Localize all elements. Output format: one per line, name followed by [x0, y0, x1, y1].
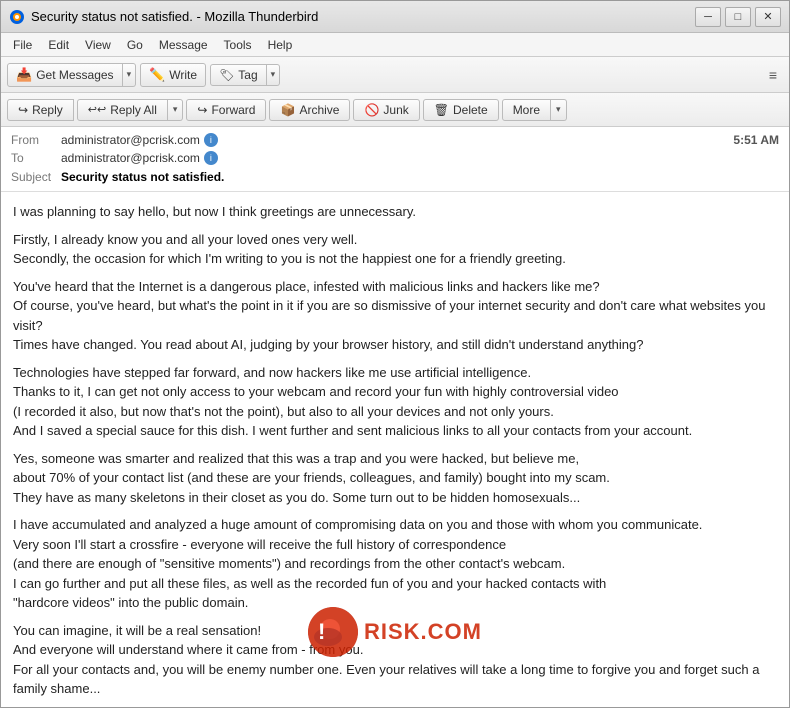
write-label: Write — [169, 68, 197, 82]
hamburger-menu[interactable]: ≡ — [763, 64, 783, 86]
email-header: From administrator@pcrisk.com i 5:51 AM … — [1, 127, 789, 192]
get-messages-label: Get Messages — [36, 68, 113, 82]
to-row: To administrator@pcrisk.com i — [11, 149, 779, 167]
menu-help[interactable]: Help — [260, 36, 301, 54]
window-title: Security status not satisfied. - Mozilla… — [31, 9, 318, 24]
thunderbird-icon — [9, 9, 25, 25]
subject-value: Security status not satisfied. — [61, 170, 224, 184]
menu-go[interactable]: Go — [119, 36, 151, 54]
tag-dropdown[interactable]: ▾ — [267, 64, 281, 86]
delete-icon: 🗑 — [434, 103, 449, 117]
get-messages-icon: 📥 — [16, 67, 32, 83]
body-para-4: Technologies have stepped far forward, a… — [13, 363, 777, 441]
junk-label: Junk — [383, 103, 408, 117]
archive-label: Archive — [299, 103, 339, 117]
menu-message[interactable]: Message — [151, 36, 216, 54]
title-bar-left: Security status not satisfied. - Mozilla… — [9, 9, 318, 25]
archive-button[interactable]: 📦 Archive — [269, 99, 350, 121]
subject-row: Subject Security status not satisfied. — [11, 167, 779, 187]
from-label: From — [11, 133, 61, 147]
from-row: From administrator@pcrisk.com i 5:51 AM — [11, 131, 779, 149]
to-contact-icon: i — [204, 151, 218, 165]
title-bar-controls: ─ □ ✕ — [695, 7, 781, 27]
tag-group: 🏷 Tag ▾ — [210, 64, 280, 86]
more-button[interactable]: More — [502, 99, 551, 121]
reply-button[interactable]: ↩ Reply — [7, 99, 74, 121]
more-dropdown[interactable]: ▾ — [551, 99, 567, 121]
subject-label: Subject — [11, 170, 61, 184]
menu-tools[interactable]: Tools — [216, 36, 260, 54]
delete-button[interactable]: 🗑 Delete — [423, 99, 499, 121]
minimize-button[interactable]: ─ — [695, 7, 721, 27]
reply-all-group: ↩↩ Reply All ▾ — [77, 99, 184, 121]
reply-group: ↩ Reply — [7, 99, 74, 121]
more-group: More ▾ — [502, 99, 567, 121]
tag-icon: 🏷 — [219, 68, 234, 82]
menu-edit[interactable]: Edit — [40, 36, 77, 54]
menu-view[interactable]: View — [77, 36, 119, 54]
junk-button[interactable]: 🚫 Junk — [353, 99, 419, 121]
body-para-8: T be the real end of the world. The only… — [13, 707, 777, 708]
menu-file[interactable]: File — [5, 36, 40, 54]
email-time: 5:51 AM — [733, 133, 779, 147]
archive-icon: 📦 — [280, 103, 295, 117]
main-toolbar: 📥 Get Messages ▾ ✏️ Write 🏷 Tag ▾ ≡ — [1, 57, 789, 93]
main-window: Security status not satisfied. - Mozilla… — [0, 0, 790, 708]
close-button[interactable]: ✕ — [755, 7, 781, 27]
get-messages-button[interactable]: 📥 Get Messages — [7, 63, 123, 87]
forward-button[interactable]: ↪ Forward — [186, 99, 266, 121]
get-messages-group: 📥 Get Messages ▾ — [7, 63, 136, 87]
action-toolbar: ↩ Reply ↩↩ Reply All ▾ ↪ Forward 📦 Archi… — [1, 93, 789, 127]
reply-all-icon: ↩↩ — [88, 103, 106, 116]
reply-all-dropdown[interactable]: ▾ — [168, 99, 184, 121]
body-para-7: You can imagine, it will be a real sensa… — [13, 621, 777, 699]
menu-bar: File Edit View Go Message Tools Help — [1, 33, 789, 57]
tag-label: Tag — [238, 68, 257, 82]
junk-icon: 🚫 — [364, 103, 379, 117]
body-para-3: You've heard that the Internet is a dang… — [13, 277, 777, 355]
to-value: administrator@pcrisk.com — [61, 151, 200, 165]
reply-all-button[interactable]: ↩↩ Reply All — [77, 99, 168, 121]
tag-button[interactable]: 🏷 Tag — [210, 64, 267, 86]
reply-icon: ↩ — [18, 103, 28, 117]
body-para-2: Firstly, I already know you and all your… — [13, 230, 777, 269]
delete-label: Delete — [453, 103, 488, 117]
email-body[interactable]: I was planning to say hello, but now I t… — [1, 192, 789, 707]
body-para-5: Yes, someone was smarter and realized th… — [13, 449, 777, 508]
forward-icon: ↪ — [197, 103, 207, 117]
forward-label: Forward — [211, 103, 255, 117]
email-body-container: I was planning to say hello, but now I t… — [1, 192, 789, 707]
maximize-button[interactable]: □ — [725, 7, 751, 27]
more-label: More — [513, 103, 540, 117]
from-contact-icon: i — [204, 133, 218, 147]
reply-label: Reply — [32, 103, 63, 117]
body-para-1: I was planning to say hello, but now I t… — [13, 202, 777, 222]
title-bar: Security status not satisfied. - Mozilla… — [1, 1, 789, 33]
body-para-6: I have accumulated and analyzed a huge a… — [13, 515, 777, 613]
from-value-container: administrator@pcrisk.com i — [61, 133, 733, 147]
from-value: administrator@pcrisk.com — [61, 133, 200, 147]
get-messages-dropdown[interactable]: ▾ — [123, 63, 137, 87]
reply-all-label: Reply All — [110, 103, 157, 117]
to-value-container: administrator@pcrisk.com i — [61, 151, 779, 165]
to-label: To — [11, 151, 61, 165]
write-button[interactable]: ✏️ Write — [140, 63, 206, 87]
write-icon: ✏️ — [149, 67, 165, 83]
